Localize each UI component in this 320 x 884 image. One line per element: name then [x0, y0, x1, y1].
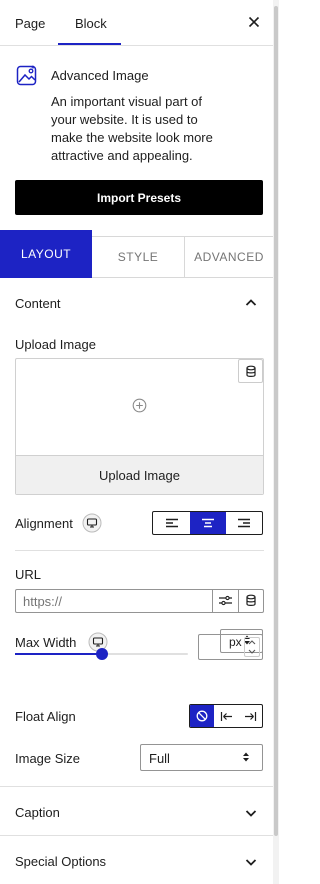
chevron-up-icon[interactable]	[248, 640, 256, 645]
chevron-down-icon[interactable]	[248, 649, 256, 654]
chevron-down-icon[interactable]	[244, 855, 258, 869]
tab-page[interactable]: Page	[15, 16, 45, 31]
divider-line	[238, 590, 239, 612]
desktop-responsive-icon[interactable]	[82, 513, 102, 533]
upload-image-label: Upload Image	[15, 337, 96, 352]
align-left-button[interactable]	[153, 512, 190, 534]
divider-line	[212, 590, 213, 612]
float-left-button[interactable]	[214, 705, 238, 727]
close-icon	[248, 16, 260, 28]
database-icon	[245, 365, 256, 377]
align-right-icon	[238, 518, 250, 528]
upload-image-button[interactable]: Upload Image	[16, 455, 263, 494]
max-width-slider[interactable]	[15, 646, 188, 662]
align-right-button[interactable]	[226, 512, 262, 534]
float-align-label: Float Align	[15, 709, 76, 724]
alignment-group	[152, 511, 263, 535]
url-label: URL	[15, 567, 42, 582]
dynamic-data-button[interactable]	[238, 359, 263, 383]
url-input[interactable]: https://	[23, 594, 62, 609]
no-float-icon	[196, 710, 208, 722]
chevron-down-icon[interactable]	[244, 806, 258, 820]
float-left-icon	[220, 711, 232, 721]
link-settings-icon[interactable]	[218, 594, 233, 607]
tab-layout[interactable]: LAYOUT	[0, 230, 92, 278]
import-presets-button[interactable]: Import Presets	[15, 180, 263, 215]
image-size-label: Image Size	[15, 751, 81, 766]
slider-fill	[15, 653, 102, 655]
chevron-up-icon[interactable]	[244, 296, 258, 310]
image-block-icon	[16, 64, 38, 86]
alignment-label: Alignment	[15, 516, 73, 531]
separator	[15, 550, 264, 551]
float-right-icon	[244, 711, 256, 721]
block-settings-panel: Page Block Advanced Image An important v…	[0, 0, 279, 884]
scrollbar[interactable]	[273, 0, 279, 884]
slider-thumb[interactable]	[96, 648, 108, 660]
block-description: An important visual part of your website…	[51, 94, 213, 163]
add-image-icon[interactable]	[132, 398, 147, 413]
special-options-heading[interactable]: Special Options	[15, 854, 106, 869]
align-left-icon	[165, 518, 178, 528]
block-title: Advanced Image	[51, 68, 149, 83]
close-button[interactable]	[246, 14, 262, 30]
align-center-button[interactable]	[190, 512, 226, 534]
float-align-group	[189, 704, 263, 728]
image-size-value: Full	[149, 751, 170, 766]
float-right-button[interactable]	[238, 705, 262, 727]
tab-advanced[interactable]: ADVANCED	[185, 236, 273, 278]
tab-style[interactable]: STYLE	[92, 236, 185, 278]
number-stepper[interactable]	[244, 637, 260, 657]
float-none-button[interactable]	[190, 705, 214, 727]
tab-block[interactable]: Block	[75, 16, 107, 31]
caption-heading[interactable]: Caption	[15, 805, 60, 820]
database-icon[interactable]	[245, 594, 257, 607]
scrollbar-thumb[interactable]	[274, 6, 278, 836]
select-arrows-icon	[243, 752, 249, 762]
content-heading[interactable]: Content	[15, 296, 61, 311]
align-center-icon	[202, 518, 214, 528]
